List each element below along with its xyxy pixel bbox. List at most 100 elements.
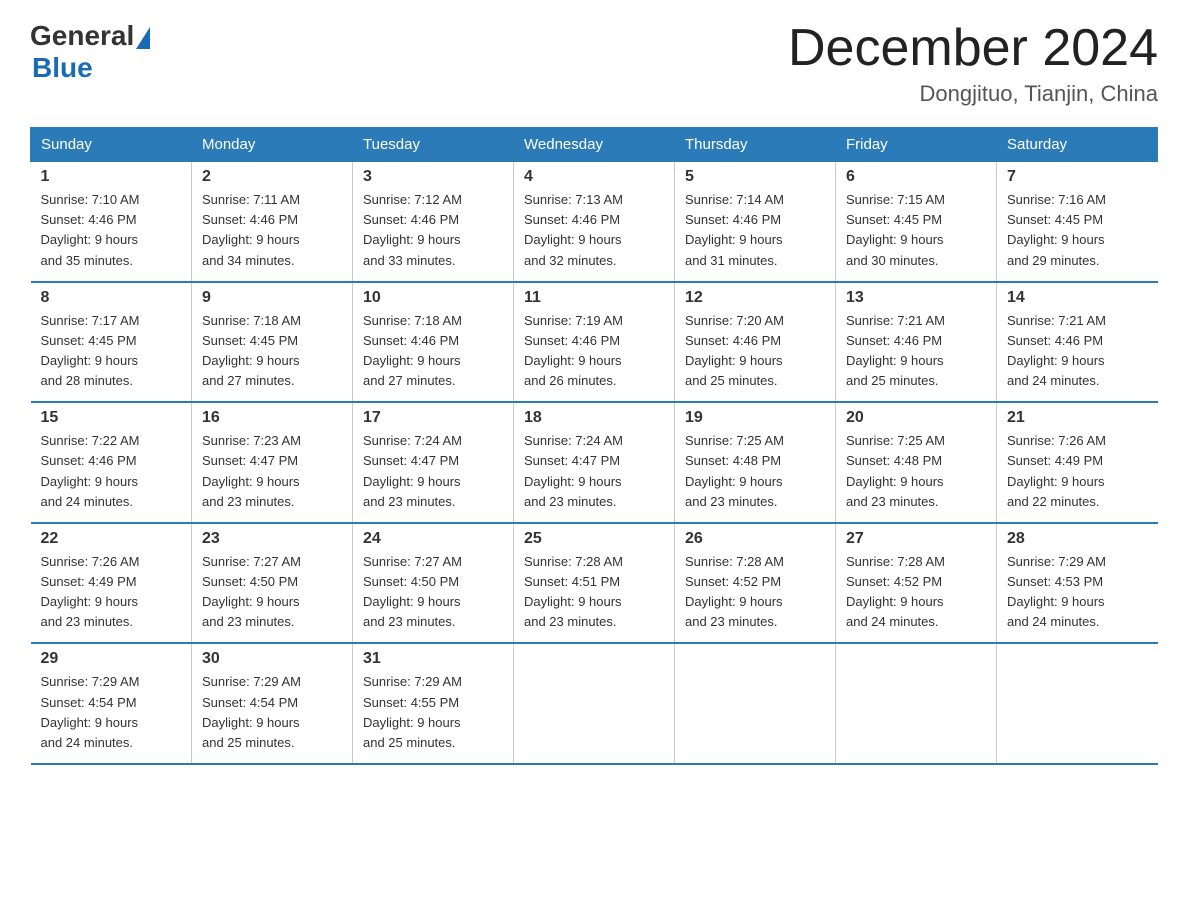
day-number: 5: [685, 168, 825, 186]
day-info: Sunrise: 7:21 AMSunset: 4:46 PMDaylight:…: [846, 311, 986, 392]
calendar-cell: 22 Sunrise: 7:26 AMSunset: 4:49 PMDaylig…: [31, 523, 192, 644]
day-info: Sunrise: 7:15 AMSunset: 4:45 PMDaylight:…: [846, 190, 986, 271]
calendar-week-row: 8 Sunrise: 7:17 AMSunset: 4:45 PMDayligh…: [31, 282, 1158, 403]
day-number: 29: [41, 650, 182, 668]
calendar-cell: 5 Sunrise: 7:14 AMSunset: 4:46 PMDayligh…: [675, 162, 836, 282]
calendar-cell: 19 Sunrise: 7:25 AMSunset: 4:48 PMDaylig…: [675, 402, 836, 523]
day-number: 27: [846, 530, 986, 548]
calendar-cell: 26 Sunrise: 7:28 AMSunset: 4:52 PMDaylig…: [675, 523, 836, 644]
day-number: 17: [363, 409, 503, 427]
day-info: Sunrise: 7:27 AMSunset: 4:50 PMDaylight:…: [363, 552, 503, 633]
day-info: Sunrise: 7:28 AMSunset: 4:51 PMDaylight:…: [524, 552, 664, 633]
day-info: Sunrise: 7:13 AMSunset: 4:46 PMDaylight:…: [524, 190, 664, 271]
location-subtitle: Dongjituo, Tianjin, China: [788, 81, 1158, 107]
day-number: 13: [846, 289, 986, 307]
day-info: Sunrise: 7:27 AMSunset: 4:50 PMDaylight:…: [202, 552, 342, 633]
calendar-cell: 1 Sunrise: 7:10 AMSunset: 4:46 PMDayligh…: [31, 162, 192, 282]
day-number: 16: [202, 409, 342, 427]
day-info: Sunrise: 7:19 AMSunset: 4:46 PMDaylight:…: [524, 311, 664, 392]
calendar-cell: 8 Sunrise: 7:17 AMSunset: 4:45 PMDayligh…: [31, 282, 192, 403]
calendar-week-row: 1 Sunrise: 7:10 AMSunset: 4:46 PMDayligh…: [31, 162, 1158, 282]
calendar-cell: 4 Sunrise: 7:13 AMSunset: 4:46 PMDayligh…: [514, 162, 675, 282]
day-info: Sunrise: 7:24 AMSunset: 4:47 PMDaylight:…: [363, 431, 503, 512]
calendar-cell: 27 Sunrise: 7:28 AMSunset: 4:52 PMDaylig…: [836, 523, 997, 644]
calendar-cell: 21 Sunrise: 7:26 AMSunset: 4:49 PMDaylig…: [997, 402, 1158, 523]
weekday-header-monday: Monday: [192, 128, 353, 162]
calendar-cell: 30 Sunrise: 7:29 AMSunset: 4:54 PMDaylig…: [192, 643, 353, 764]
day-number: 18: [524, 409, 664, 427]
weekday-header-thursday: Thursday: [675, 128, 836, 162]
day-info: Sunrise: 7:20 AMSunset: 4:46 PMDaylight:…: [685, 311, 825, 392]
day-number: 7: [1007, 168, 1148, 186]
day-number: 11: [524, 289, 664, 307]
calendar-cell: 25 Sunrise: 7:28 AMSunset: 4:51 PMDaylig…: [514, 523, 675, 644]
calendar-cell: 13 Sunrise: 7:21 AMSunset: 4:46 PMDaylig…: [836, 282, 997, 403]
calendar-cell: 18 Sunrise: 7:24 AMSunset: 4:47 PMDaylig…: [514, 402, 675, 523]
day-number: 31: [363, 650, 503, 668]
calendar-cell: 20 Sunrise: 7:25 AMSunset: 4:48 PMDaylig…: [836, 402, 997, 523]
day-info: Sunrise: 7:28 AMSunset: 4:52 PMDaylight:…: [846, 552, 986, 633]
day-number: 20: [846, 409, 986, 427]
day-info: Sunrise: 7:25 AMSunset: 4:48 PMDaylight:…: [846, 431, 986, 512]
calendar-cell: 7 Sunrise: 7:16 AMSunset: 4:45 PMDayligh…: [997, 162, 1158, 282]
day-number: 2: [202, 168, 342, 186]
calendar-cell: 24 Sunrise: 7:27 AMSunset: 4:50 PMDaylig…: [353, 523, 514, 644]
weekday-header-wednesday: Wednesday: [514, 128, 675, 162]
day-number: 30: [202, 650, 342, 668]
day-info: Sunrise: 7:29 AMSunset: 4:54 PMDaylight:…: [41, 672, 182, 753]
day-info: Sunrise: 7:16 AMSunset: 4:45 PMDaylight:…: [1007, 190, 1148, 271]
day-number: 14: [1007, 289, 1148, 307]
calendar-table: SundayMondayTuesdayWednesdayThursdayFrid…: [30, 127, 1158, 765]
weekday-header-saturday: Saturday: [997, 128, 1158, 162]
logo-blue-text: Blue: [32, 52, 93, 84]
day-info: Sunrise: 7:24 AMSunset: 4:47 PMDaylight:…: [524, 431, 664, 512]
calendar-week-row: 15 Sunrise: 7:22 AMSunset: 4:46 PMDaylig…: [31, 402, 1158, 523]
day-info: Sunrise: 7:23 AMSunset: 4:47 PMDaylight:…: [202, 431, 342, 512]
calendar-cell: 3 Sunrise: 7:12 AMSunset: 4:46 PMDayligh…: [353, 162, 514, 282]
logo: General Blue: [30, 20, 150, 84]
calendar-cell: 15 Sunrise: 7:22 AMSunset: 4:46 PMDaylig…: [31, 402, 192, 523]
day-info: Sunrise: 7:11 AMSunset: 4:46 PMDaylight:…: [202, 190, 342, 271]
calendar-week-row: 29 Sunrise: 7:29 AMSunset: 4:54 PMDaylig…: [31, 643, 1158, 764]
calendar-cell: 23 Sunrise: 7:27 AMSunset: 4:50 PMDaylig…: [192, 523, 353, 644]
day-info: Sunrise: 7:14 AMSunset: 4:46 PMDaylight:…: [685, 190, 825, 271]
day-number: 10: [363, 289, 503, 307]
day-number: 24: [363, 530, 503, 548]
day-info: Sunrise: 7:17 AMSunset: 4:45 PMDaylight:…: [41, 311, 182, 392]
page-header: General Blue December 2024 Dongjituo, Ti…: [30, 20, 1158, 107]
day-number: 9: [202, 289, 342, 307]
day-number: 15: [41, 409, 182, 427]
day-number: 22: [41, 530, 182, 548]
logo-general-text: General: [30, 20, 134, 52]
calendar-cell: 28 Sunrise: 7:29 AMSunset: 4:53 PMDaylig…: [997, 523, 1158, 644]
day-info: Sunrise: 7:29 AMSunset: 4:53 PMDaylight:…: [1007, 552, 1148, 633]
calendar-cell: 11 Sunrise: 7:19 AMSunset: 4:46 PMDaylig…: [514, 282, 675, 403]
day-info: Sunrise: 7:18 AMSunset: 4:45 PMDaylight:…: [202, 311, 342, 392]
calendar-week-row: 22 Sunrise: 7:26 AMSunset: 4:49 PMDaylig…: [31, 523, 1158, 644]
day-info: Sunrise: 7:25 AMSunset: 4:48 PMDaylight:…: [685, 431, 825, 512]
day-info: Sunrise: 7:28 AMSunset: 4:52 PMDaylight:…: [685, 552, 825, 633]
day-number: 6: [846, 168, 986, 186]
day-number: 26: [685, 530, 825, 548]
logo-triangle-icon: [136, 27, 150, 49]
calendar-cell: [514, 643, 675, 764]
day-info: Sunrise: 7:22 AMSunset: 4:46 PMDaylight:…: [41, 431, 182, 512]
calendar-cell: 9 Sunrise: 7:18 AMSunset: 4:45 PMDayligh…: [192, 282, 353, 403]
day-info: Sunrise: 7:10 AMSunset: 4:46 PMDaylight:…: [41, 190, 182, 271]
day-info: Sunrise: 7:29 AMSunset: 4:54 PMDaylight:…: [202, 672, 342, 753]
day-number: 19: [685, 409, 825, 427]
day-number: 4: [524, 168, 664, 186]
calendar-cell: 31 Sunrise: 7:29 AMSunset: 4:55 PMDaylig…: [353, 643, 514, 764]
calendar-cell: [997, 643, 1158, 764]
day-info: Sunrise: 7:18 AMSunset: 4:46 PMDaylight:…: [363, 311, 503, 392]
day-number: 21: [1007, 409, 1148, 427]
month-title: December 2024: [788, 20, 1158, 77]
calendar-cell: 16 Sunrise: 7:23 AMSunset: 4:47 PMDaylig…: [192, 402, 353, 523]
day-number: 23: [202, 530, 342, 548]
day-info: Sunrise: 7:12 AMSunset: 4:46 PMDaylight:…: [363, 190, 503, 271]
day-info: Sunrise: 7:26 AMSunset: 4:49 PMDaylight:…: [41, 552, 182, 633]
day-number: 12: [685, 289, 825, 307]
day-number: 25: [524, 530, 664, 548]
calendar-cell: 14 Sunrise: 7:21 AMSunset: 4:46 PMDaylig…: [997, 282, 1158, 403]
calendar-cell: 17 Sunrise: 7:24 AMSunset: 4:47 PMDaylig…: [353, 402, 514, 523]
